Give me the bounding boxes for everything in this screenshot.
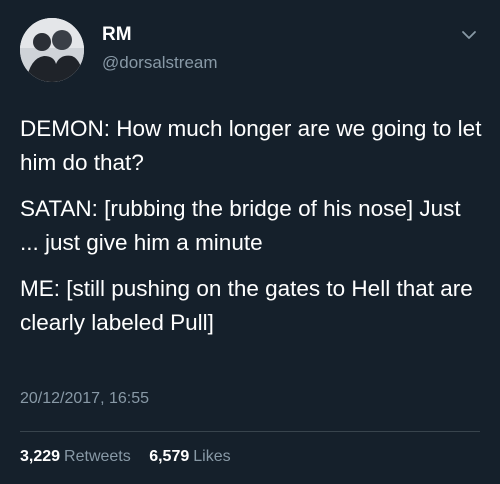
tweet-paragraph: ME: [still pushing on the gates to Hell … xyxy=(20,276,473,335)
tweet-card: RM @dorsalstream DEMON: How much longer … xyxy=(0,0,500,484)
retweets-count: 3,229 xyxy=(20,448,61,465)
retweets-stat[interactable]: 3,229 Retweets xyxy=(20,448,131,466)
divider xyxy=(20,431,480,432)
avatar[interactable] xyxy=(20,18,84,82)
avatar-photo xyxy=(20,18,84,82)
tweet-paragraph: DEMON: How much longer are we going to l… xyxy=(20,116,482,175)
author-names: RM @dorsalstream xyxy=(102,24,218,74)
tweet-header: RM @dorsalstream xyxy=(20,18,480,82)
retweets-label: Retweets xyxy=(64,448,131,465)
likes-label: Likes xyxy=(193,448,231,465)
tweet-stats: 3,229 Retweets 6,579 Likes xyxy=(20,448,245,466)
likes-count: 6,579 xyxy=(149,448,190,465)
likes-stat[interactable]: 6,579 Likes xyxy=(149,448,230,466)
handle[interactable]: @dorsalstream xyxy=(102,52,218,74)
timestamp[interactable]: 20/12/2017, 16:55 xyxy=(20,390,149,408)
tweet-paragraph: SATAN: [rubbing the bridge of his nose] … xyxy=(20,196,461,255)
display-name[interactable]: RM xyxy=(102,24,218,46)
chevron-down-icon[interactable] xyxy=(458,24,480,46)
tweet-text: DEMON: How much longer are we going to l… xyxy=(20,112,482,352)
